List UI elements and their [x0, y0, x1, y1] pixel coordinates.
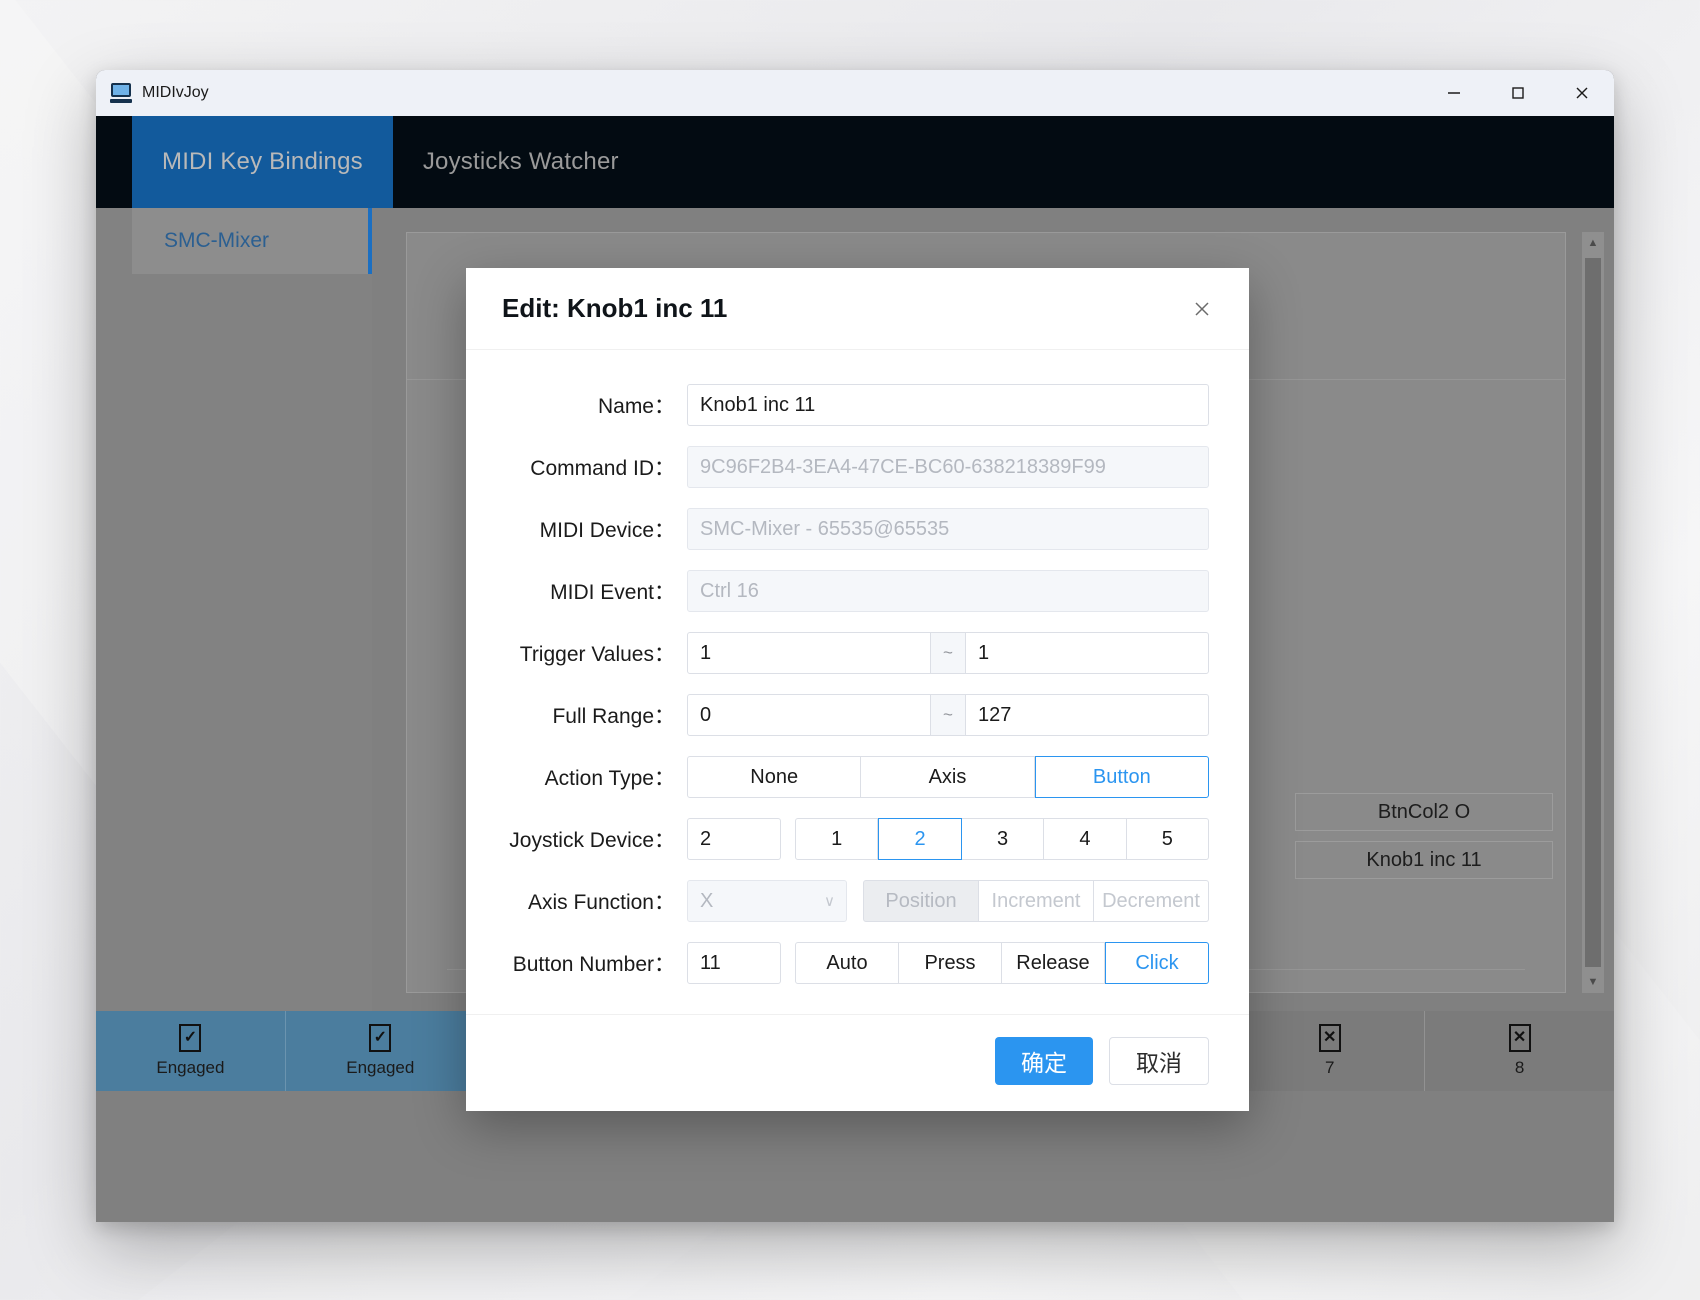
confirm-button[interactable]: 确定 — [995, 1037, 1093, 1085]
midi-event-input: Ctrl 16 — [687, 570, 1209, 612]
name-input[interactable]: Knob1 inc 11 — [687, 384, 1209, 426]
axis-function-label: Axis Function： — [527, 891, 675, 914]
command-id-input: 9C96F2B4-3EA4-47CE-BC60-638218389F99 — [687, 446, 1209, 488]
window-controls — [1422, 70, 1614, 116]
window-title: MIDIvJoy — [142, 84, 209, 101]
crossed-box-icon: ✕ — [1318, 1024, 1341, 1052]
binding-button-btncol2[interactable]: BtnCol2 O — [1295, 793, 1553, 831]
name-label: Name： — [597, 395, 675, 418]
joystick-device-label: Joystick Device： — [509, 829, 675, 852]
status-cell-label: 8 — [1514, 1058, 1525, 1077]
command-id-label: Command ID： — [530, 457, 675, 480]
button-mode-option-auto[interactable]: Auto — [795, 942, 899, 984]
full-range-to-input[interactable]: 127 — [965, 694, 1209, 736]
action-type-label: Action Type： — [544, 767, 675, 790]
status-cell-label: 7 — [1324, 1058, 1335, 1077]
status-cell-label: Engaged — [346, 1058, 415, 1077]
status-cell-8[interactable]: ✕ 8 — [1425, 1011, 1614, 1091]
close-icon[interactable] — [1185, 292, 1219, 326]
tab-spacer — [96, 116, 132, 208]
sidebar-item-label: SMC-Mixer — [164, 229, 269, 252]
field-row-midi-device: MIDI Device： SMC-Mixer - 65535@65535 — [502, 508, 1209, 550]
dialog-title: Edit: Knob1 inc 11 — [502, 293, 728, 323]
checked-box-icon: ✓ — [369, 1024, 392, 1052]
button-mode-group: Auto Press Release Click — [795, 942, 1209, 984]
axis-function-option-position: Position — [863, 880, 979, 922]
scroll-up-icon[interactable]: ▲ — [1582, 232, 1604, 254]
application-window: MIDIvJoy MIDI Key Bindings Joysticks Wat… — [96, 70, 1614, 1222]
joystick-device-group: 1 2 3 4 5 — [795, 818, 1210, 860]
action-type-group: None Axis Button — [687, 756, 1209, 798]
midi-device-input: SMC-Mixer - 65535@65535 — [687, 508, 1209, 550]
button-number-input[interactable]: 11 — [687, 942, 781, 984]
axis-function-option-increment: Increment — [979, 880, 1094, 922]
title-bar: MIDIvJoy — [96, 70, 1614, 116]
button-mode-option-press[interactable]: Press — [899, 942, 1002, 984]
edit-binding-dialog: Edit: Knob1 inc 11 Name： Knob1 inc 11 Co… — [466, 268, 1249, 1111]
range-separator: ~ — [931, 694, 965, 736]
tab-joysticks-watcher[interactable]: Joysticks Watcher — [393, 116, 649, 208]
status-cell-7[interactable]: ✕ 7 — [1235, 1011, 1426, 1091]
binding-button-knob1[interactable]: Knob1 inc 11 — [1295, 841, 1553, 879]
range-separator: ~ — [931, 632, 965, 674]
dialog-header: Edit: Knob1 inc 11 — [466, 268, 1249, 350]
field-row-command-id: Command ID： 9C96F2B4-3EA4-47CE-BC60-6382… — [502, 446, 1209, 488]
maximize-button[interactable] — [1486, 70, 1550, 116]
axis-function-option-decrement: Decrement — [1094, 880, 1209, 922]
tab-label: Joysticks Watcher — [422, 148, 619, 175]
tab-bar: MIDI Key Bindings Joysticks Watcher — [96, 116, 1614, 208]
tab-midi-key-bindings[interactable]: MIDI Key Bindings — [132, 116, 393, 208]
axis-function-group: Position Increment Decrement — [863, 880, 1209, 922]
axis-function-select: X — [687, 880, 847, 922]
checked-box-icon: ✓ — [179, 1024, 202, 1052]
joystick-option-2[interactable]: 2 — [878, 818, 962, 860]
full-range-from-input[interactable]: 0 — [687, 694, 931, 736]
action-type-option-button[interactable]: Button — [1034, 756, 1209, 798]
trigger-from-input[interactable]: 1 — [687, 632, 931, 674]
field-row-action-type: Action Type： None Axis Button — [502, 756, 1209, 798]
joystick-option-3[interactable]: 3 — [961, 818, 1045, 860]
joystick-option-4[interactable]: 4 — [1044, 818, 1127, 860]
midi-device-label: MIDI Device： — [539, 519, 675, 542]
status-cell-2[interactable]: ✓ Engaged — [285, 1011, 476, 1091]
chevron-down-icon: ∨ — [824, 893, 835, 910]
trigger-values-label: Trigger Values： — [519, 643, 675, 666]
dialog-footer: 确定 取消 — [466, 1014, 1249, 1111]
joystick-option-1[interactable]: 1 — [795, 818, 879, 860]
crossed-box-icon: ✕ — [1508, 1024, 1531, 1052]
field-row-midi-event: MIDI Event： Ctrl 16 — [502, 570, 1209, 612]
trigger-to-input[interactable]: 1 — [965, 632, 1209, 674]
minimize-button[interactable] — [1422, 70, 1486, 116]
field-row-joystick-device: Joystick Device： 2 1 2 3 4 5 — [502, 818, 1210, 860]
sidebar-item-smc-mixer[interactable]: SMC-Mixer — [132, 208, 372, 274]
field-row-full-range: Full Range： 0 ~ 127 — [502, 694, 1209, 736]
close-button[interactable] — [1550, 70, 1614, 116]
action-type-option-none[interactable]: None — [687, 756, 862, 798]
button-number-label: Button Number： — [512, 953, 675, 976]
full-range-label: Full Range： — [552, 705, 675, 728]
field-row-axis-function: Axis Function： X ∨ Position Increment De… — [502, 880, 1209, 922]
sidebar: SMC-Mixer — [96, 208, 372, 1011]
field-row-button-number: Button Number： 11 Auto Press Release Cli… — [502, 942, 1209, 984]
midi-event-label: MIDI Event： — [550, 581, 675, 604]
field-row-name: Name： Knob1 inc 11 — [502, 384, 1209, 426]
status-cell-label: Engaged — [156, 1058, 225, 1077]
computer-icon — [110, 83, 132, 103]
button-mode-option-click[interactable]: Click — [1105, 942, 1209, 984]
status-cell-1[interactable]: ✓ Engaged — [96, 1011, 286, 1091]
action-type-option-axis[interactable]: Axis — [861, 756, 1035, 798]
dialog-body: Name： Knob1 inc 11 Command ID： 9C96F2B4-… — [466, 350, 1249, 1014]
joystick-device-input[interactable]: 2 — [687, 818, 781, 860]
binding-button-label: Knob1 inc 11 — [1366, 848, 1482, 871]
binding-button-label: BtnCol2 O — [1377, 800, 1471, 823]
vertical-scrollbar[interactable]: ▲ ▼ — [1582, 232, 1604, 993]
joystick-option-5[interactable]: 5 — [1126, 818, 1210, 860]
scroll-down-icon[interactable]: ▼ — [1582, 971, 1604, 993]
tab-label: MIDI Key Bindings — [162, 148, 363, 175]
scrollbar-thumb[interactable] — [1585, 258, 1601, 967]
cancel-button[interactable]: 取消 — [1109, 1037, 1209, 1085]
field-row-trigger-values: Trigger Values： 1 ~ 1 — [502, 632, 1209, 674]
button-mode-option-release[interactable]: Release — [1002, 942, 1105, 984]
binding-button-column: BtnCol2 O Knob1 inc 11 — [1295, 793, 1553, 889]
